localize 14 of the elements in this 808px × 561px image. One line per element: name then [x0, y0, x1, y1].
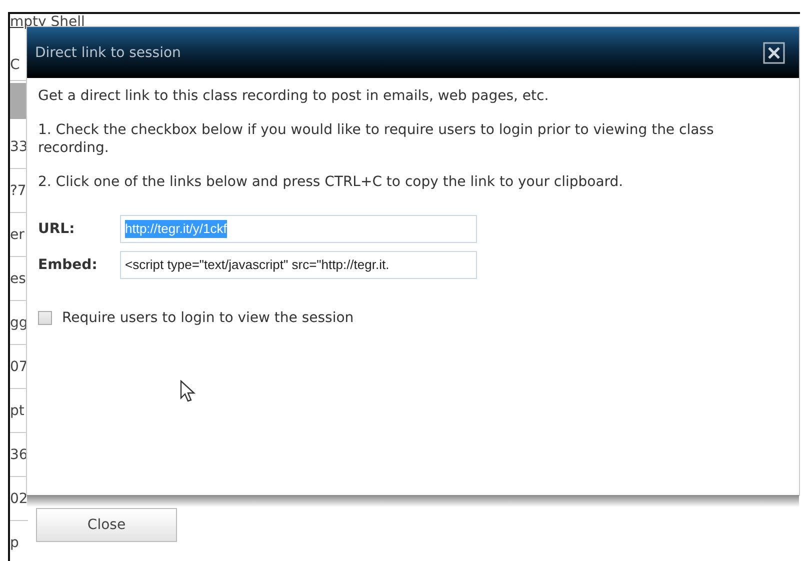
dialog-title: Direct link to session [35, 44, 181, 60]
field-label: URL: [38, 220, 76, 238]
checkbox[interactable] [38, 311, 52, 325]
close-button[interactable]: Close [36, 508, 177, 542]
checkbox-label: Require users to login to view the session [62, 309, 354, 327]
instruction-text: Get a direct link to this class recording to post in emails, web pages, etc. [38, 87, 550, 105]
instruction-text: 1. Check the checkbox below if you would like to require users to login prior to viewing the class recording. [38, 121, 715, 157]
field-label: Embed: [38, 256, 98, 274]
close-icon[interactable] [763, 42, 785, 64]
embed-field[interactable]: <script type="text/javascript" src="http://tegr.it. [120, 251, 477, 279]
page-header: mpty Shell [10, 14, 86, 30]
cursor-icon [180, 380, 196, 404]
table-cell: p [10, 521, 28, 561]
instruction-text: 2. Click one of the links below and press CTRL+C to copy the link to your clipboard. [38, 173, 624, 191]
